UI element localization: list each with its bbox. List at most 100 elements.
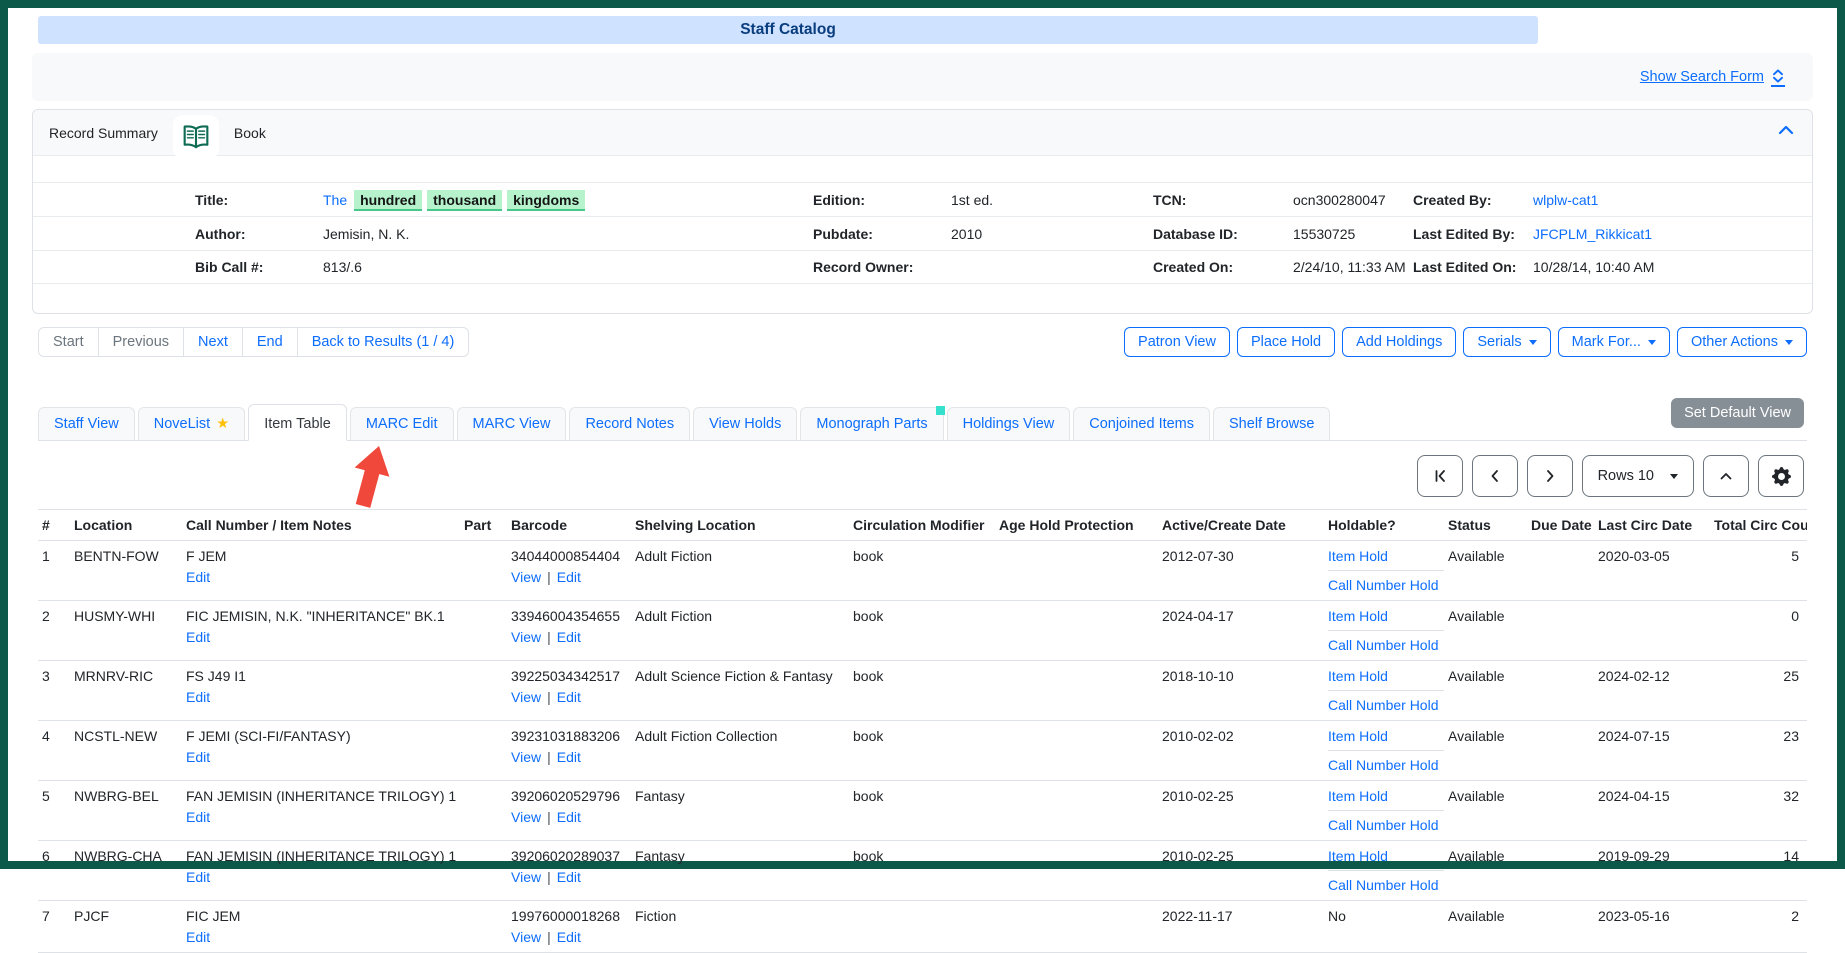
call-number-hold-link[interactable]: Call Number Hold: [1328, 816, 1440, 834]
open-book-icon: [173, 115, 219, 159]
tab-conjoined-items[interactable]: Conjoined Items: [1073, 407, 1210, 440]
tab-marc-edit[interactable]: MARC Edit: [350, 407, 454, 440]
record-nav-start[interactable]: Start: [38, 327, 99, 357]
call-number-edit-link[interactable]: Edit: [186, 569, 210, 585]
item-edit-link[interactable]: Edit: [557, 689, 581, 705]
action-other-actions[interactable]: Other Actions: [1677, 327, 1807, 357]
item-edit-link[interactable]: Edit: [557, 749, 581, 765]
tab-record-notes[interactable]: Record Notes: [569, 407, 690, 440]
call-number-edit-link[interactable]: Edit: [186, 689, 210, 705]
tab-holdings-view[interactable]: Holdings View: [947, 407, 1071, 440]
record-nav-back-to-results-1-4[interactable]: Back to Results (1 / 4): [297, 327, 470, 357]
call-number-hold-link[interactable]: Call Number Hold: [1328, 636, 1440, 654]
first-page-button[interactable]: [1417, 455, 1463, 497]
item-view-link[interactable]: View: [511, 869, 541, 885]
call-number-edit-link[interactable]: Edit: [186, 869, 210, 885]
record-nav-next[interactable]: Next: [183, 327, 243, 357]
title-link[interactable]: The: [323, 192, 347, 208]
item-view-link[interactable]: View: [511, 809, 541, 825]
record-nav-row: StartPreviousNextEndBack to Results (1 /…: [38, 327, 1807, 357]
field-value: 15530725: [1293, 226, 1355, 242]
call-number-edit-link[interactable]: Edit: [186, 809, 210, 825]
item-barcode: 39225034342517View|Edit: [507, 661, 631, 721]
next-page-button[interactable]: [1527, 455, 1573, 497]
tab-item-table[interactable]: Item Table: [248, 404, 347, 441]
item-circ-modifier: [849, 901, 995, 953]
action-mark-for[interactable]: Mark For...: [1558, 327, 1670, 357]
item-hold-link[interactable]: Item Hold: [1328, 847, 1444, 871]
field-value[interactable]: wlplw-cat1: [1533, 192, 1598, 208]
barcode-links: View|Edit: [511, 868, 627, 886]
tab-staff-view[interactable]: Staff View: [38, 407, 135, 440]
item-last-circ-date: 2024-04-15: [1594, 781, 1710, 841]
item-hold-link[interactable]: Item Hold: [1328, 727, 1444, 751]
item-edit-link[interactable]: Edit: [557, 809, 581, 825]
item-circ-modifier: book: [849, 601, 995, 661]
item-last-circ-date: 2024-07-15: [1594, 721, 1710, 781]
item-hold-link[interactable]: Item Hold: [1328, 607, 1444, 631]
item-edit-link[interactable]: Edit: [557, 629, 581, 645]
action-place-hold[interactable]: Place Hold: [1237, 327, 1335, 357]
grid-settings-button[interactable]: [1758, 455, 1804, 497]
collapse-grid-button[interactable]: [1703, 455, 1749, 497]
field-label: Last Edited By:: [1413, 226, 1533, 242]
collapse-summary-button[interactable]: [1778, 123, 1794, 138]
field-label: Created By:: [1413, 192, 1533, 208]
item-edit-link[interactable]: Edit: [557, 929, 581, 945]
action-serials[interactable]: Serials: [1463, 327, 1550, 357]
call-number-text: FS J49 I1: [186, 667, 456, 685]
set-default-view-button[interactable]: Set Default View: [1671, 398, 1804, 428]
column-header-active-create-date: Active/Create Date: [1158, 510, 1324, 541]
call-number-hold-link[interactable]: Call Number Hold: [1328, 576, 1440, 594]
tab-monograph-parts[interactable]: Monograph Parts: [800, 407, 943, 440]
record-field-pubdate: Pubdate:2010: [813, 226, 1153, 242]
item-view-link[interactable]: View: [511, 749, 541, 765]
item-location: NWBRG-BEL: [70, 781, 182, 841]
previous-page-button[interactable]: [1472, 455, 1518, 497]
call-number-edit-link[interactable]: Edit: [186, 749, 210, 765]
item-due-date: [1527, 661, 1594, 721]
item-total-circ-count: 25: [1710, 661, 1807, 721]
button-label: Serials: [1477, 334, 1521, 350]
link-separator: |: [547, 749, 551, 765]
record-nav-previous[interactable]: Previous: [98, 327, 184, 357]
call-number-hold-link[interactable]: Call Number Hold: [1328, 696, 1440, 714]
call-number-edit-link[interactable]: Edit: [186, 929, 210, 945]
item-shelving-location: Adult Fiction Collection: [631, 721, 849, 781]
call-number-links: Edit: [186, 748, 456, 766]
item-edit-link[interactable]: Edit: [557, 869, 581, 885]
call-number-links: Edit: [186, 808, 456, 826]
item-hold-link[interactable]: Item Hold: [1328, 547, 1444, 571]
call-number-edit-link[interactable]: Edit: [186, 629, 210, 645]
item-row: 2HUSMY-WHIFIC JEMISIN, N.K. "INHERITANCE…: [38, 601, 1807, 661]
show-search-form-link[interactable]: Show Search Form: [1640, 68, 1785, 87]
action-patron-view[interactable]: Patron View: [1124, 327, 1230, 357]
action-add-holdings[interactable]: Add Holdings: [1342, 327, 1456, 357]
item-hold-link[interactable]: Item Hold: [1328, 667, 1444, 691]
record-summary-row: Bib Call #:813/.6Record Owner:Created On…: [33, 250, 1812, 284]
column-header-part: Part: [460, 510, 507, 541]
record-field-created-on: Created On:2/24/10, 11:33 AM: [1153, 259, 1413, 275]
field-label: TCN:: [1153, 192, 1293, 208]
item-edit-link[interactable]: Edit: [557, 569, 581, 585]
tab-shelf-browse[interactable]: Shelf Browse: [1213, 407, 1330, 440]
item-due-date: [1527, 781, 1594, 841]
item-view-link[interactable]: View: [511, 689, 541, 705]
record-nav-end[interactable]: End: [242, 327, 298, 357]
tab-novelist[interactable]: NoveList★: [138, 407, 245, 440]
rows-count-select[interactable]: Rows 10: [1582, 455, 1694, 497]
record-field-author: Author:Jemisin, N. K.: [33, 226, 813, 242]
call-number-hold-link[interactable]: Call Number Hold: [1328, 756, 1440, 774]
tab-view-holds[interactable]: View Holds: [693, 407, 797, 440]
item-total-circ-count: 14: [1710, 841, 1807, 901]
item-view-link[interactable]: View: [511, 929, 541, 945]
call-number-text: FIC JEMISIN, N.K. "INHERITANCE" BK.1: [186, 607, 456, 625]
item-hold-link[interactable]: Item Hold: [1328, 787, 1444, 811]
tab-marc-view[interactable]: MARC View: [457, 407, 567, 440]
item-view-link[interactable]: View: [511, 569, 541, 585]
field-value: 813/.6: [323, 259, 362, 275]
item-view-link[interactable]: View: [511, 629, 541, 645]
field-value[interactable]: JFCPLM_Rikkicat1: [1533, 226, 1652, 242]
field-value: Thehundredthousandkingdoms: [323, 192, 590, 208]
call-number-hold-link[interactable]: Call Number Hold: [1328, 876, 1440, 894]
